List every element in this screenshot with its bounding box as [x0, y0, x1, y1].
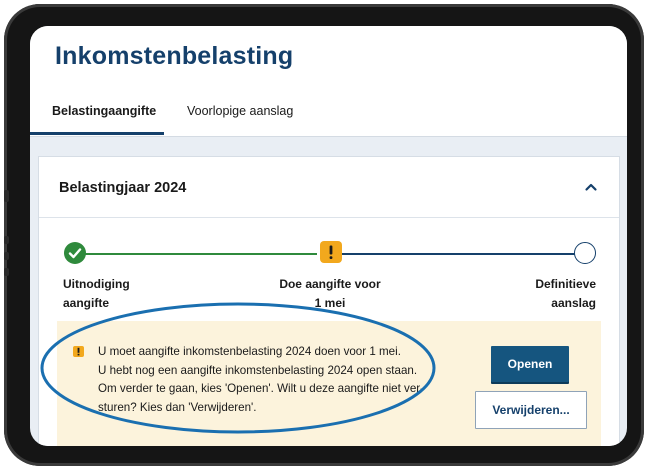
- step-label-line: Uitnodiging: [63, 277, 130, 291]
- card-title: Belastingjaar 2024: [59, 180, 187, 196]
- warning-icon: [320, 241, 342, 263]
- tablet-side-button: [4, 268, 9, 276]
- step-label-line: 1 mei: [314, 296, 346, 310]
- progress-stepper: Uitnodiging aangifte Doe aangifte voor 1…: [39, 217, 619, 327]
- step-label-line: Doe aangifte voor: [279, 277, 381, 291]
- alert-line: sturen? Kies dan 'Verwijderen'.: [98, 400, 257, 414]
- alert-line: U hebt nog een aangifte inkomstenbelasti…: [98, 363, 418, 377]
- alert-line: Om verder te gaan, kies 'Openen'. Wilt u…: [98, 382, 424, 395]
- tab-bar: Belastingaangifte Voorlopige aanslag: [30, 96, 627, 137]
- tab-voorlopige-aanslag[interactable]: Voorlopige aanslag: [187, 104, 293, 118]
- open-button[interactable]: Openen: [491, 346, 569, 382]
- checkmark-icon: [64, 242, 86, 264]
- step-label-line: aanslag: [551, 296, 596, 310]
- tablet-side-button: [4, 252, 9, 260]
- tab-belastingaangifte[interactable]: Belastingaangifte: [52, 104, 156, 118]
- tablet-screen: Inkomstenbelasting Belastingaangifte Voo…: [30, 26, 627, 446]
- card-header[interactable]: Belastingjaar 2024: [39, 157, 619, 218]
- tablet-frame: Inkomstenbelasting Belastingaangifte Voo…: [4, 4, 644, 466]
- tablet-camera-dot: [4, 190, 9, 202]
- step-label-line: aangifte: [63, 296, 110, 310]
- tax-year-card: Belastingjaar 2024 Uitnodiging aangifte …: [38, 156, 620, 446]
- tablet-side-button: [4, 236, 9, 244]
- warning-alert: U moet aangifte inkomstenbelasting 2024 …: [57, 321, 601, 446]
- step-label-doe-aangifte: Doe aangifte voor 1 mei: [270, 275, 390, 313]
- page-title: Inkomstenbelasting: [55, 42, 294, 70]
- step-label-definitieve-aanslag: Definitieve aanslag: [476, 275, 596, 313]
- step-label-line: Definitieve: [535, 277, 596, 291]
- exclamation-icon: [73, 346, 84, 357]
- step-label-uitnodiging: Uitnodiging aangifte: [63, 275, 183, 313]
- chevron-up-icon[interactable]: [583, 179, 599, 195]
- page-header: Inkomstenbelasting Belastingaangifte Voo…: [30, 26, 627, 137]
- active-tab-indicator: [30, 132, 164, 135]
- stepper-line-completed: [85, 253, 317, 255]
- stepper-line-pending: [341, 253, 577, 255]
- delete-button[interactable]: Verwijderen...: [475, 391, 587, 429]
- alert-line: U moet aangifte inkomstenbelasting 2024 …: [98, 345, 401, 358]
- alert-message: U moet aangifte inkomstenbelasting 2024 …: [98, 343, 428, 417]
- open-step-circle-icon: [574, 242, 596, 264]
